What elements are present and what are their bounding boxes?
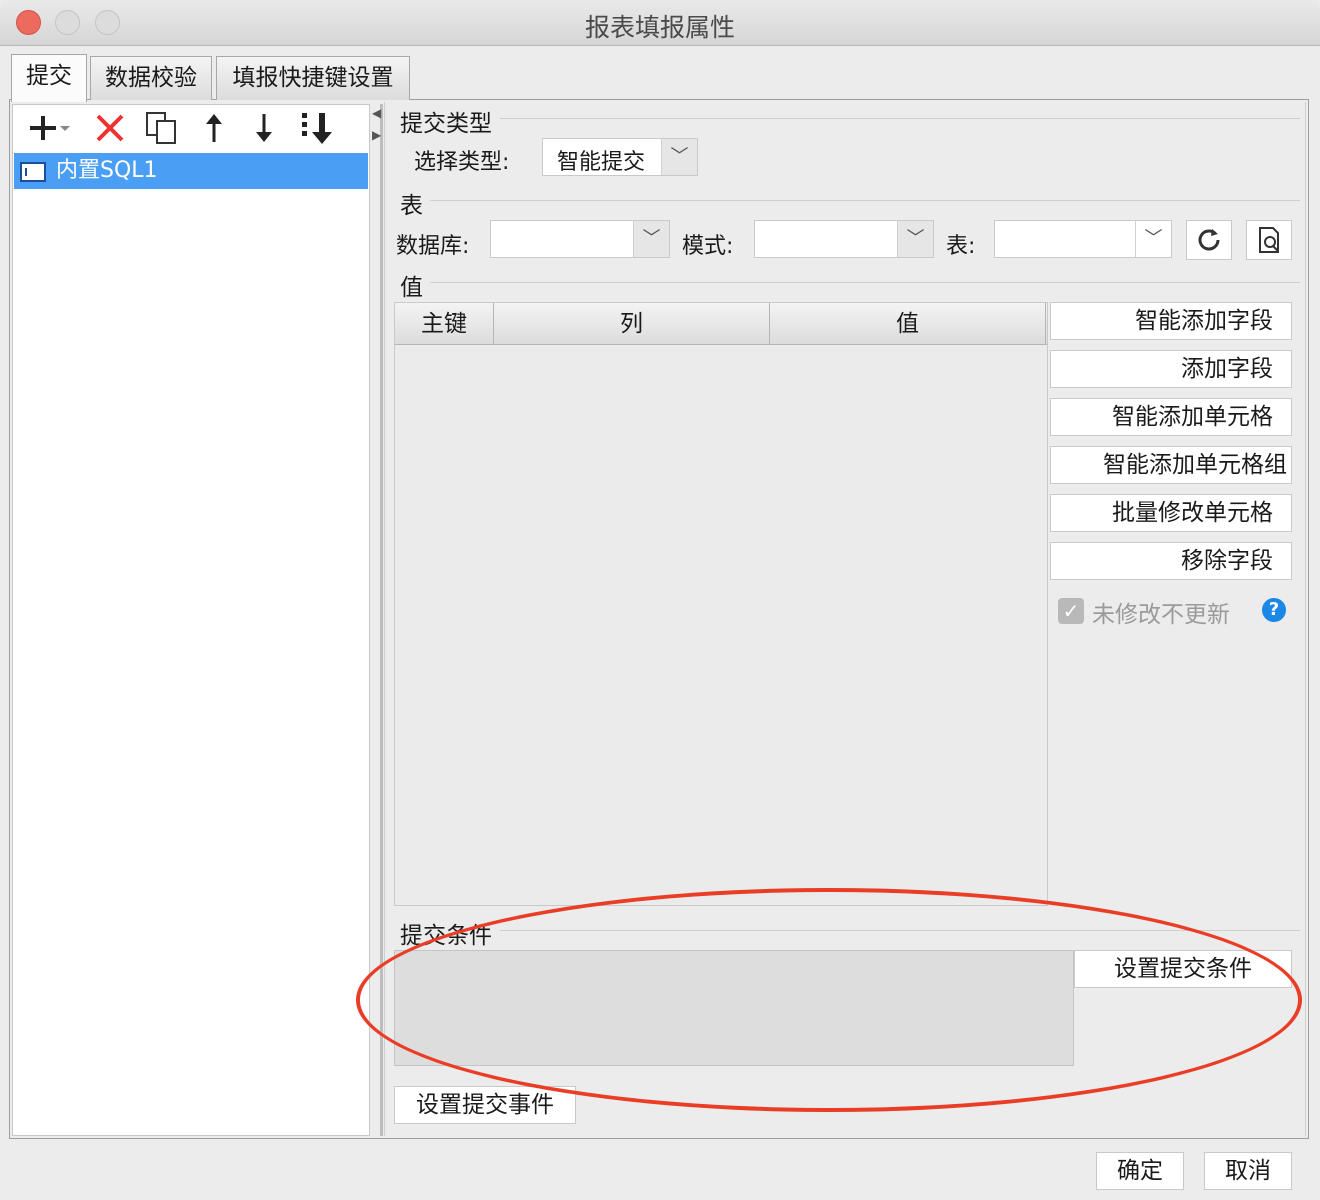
database-select[interactable]: ﹀: [490, 220, 670, 258]
batch-modify-cell-button[interactable]: 批量修改单元格: [1050, 494, 1292, 532]
table-label: 表:: [946, 234, 976, 259]
tab-data-validation[interactable]: 数据校验: [90, 56, 212, 100]
set-submit-event-button[interactable]: 设置提交事件: [394, 1086, 576, 1124]
section-divider: [430, 282, 1300, 283]
preview-table-icon[interactable]: [1246, 220, 1292, 260]
plus-icon[interactable]: [24, 110, 74, 146]
move-up-icon[interactable]: [198, 110, 230, 146]
column-header-value[interactable]: 值: [770, 303, 1046, 345]
dialog-window: 报表填报属性 提交 数据校验 填报快捷键设置 内置SQL1 ◀ ▶ 提交类型 选…: [0, 0, 1320, 1200]
no-update-unchanged-label: 未修改不更新: [1092, 602, 1230, 628]
move-to-bottom-icon[interactable]: [298, 110, 338, 146]
remove-field-button[interactable]: 移除字段: [1050, 542, 1292, 580]
chevron-down-icon[interactable]: ﹀: [633, 221, 669, 257]
tab-submit[interactable]: 提交: [11, 54, 87, 102]
submit-type-section-title: 提交类型: [400, 111, 492, 137]
table-select[interactable]: ﹀: [994, 220, 1172, 258]
schema-select[interactable]: ﹀: [754, 220, 934, 258]
no-update-unchanged-checkbox[interactable]: ✓: [1058, 598, 1084, 624]
set-submit-condition-button[interactable]: 设置提交条件: [1074, 950, 1292, 988]
section-divider: [500, 118, 1300, 119]
chevron-down-icon[interactable]: ﹀: [897, 221, 933, 257]
column-header-primary-key[interactable]: 主键: [395, 303, 494, 345]
cancel-button[interactable]: 取消: [1204, 1152, 1292, 1190]
submit-condition-section-title: 提交条件: [400, 923, 492, 949]
table-section-title: 表: [400, 193, 423, 219]
value-section-title: 值: [400, 275, 423, 301]
add-field-button[interactable]: 添加字段: [1050, 350, 1292, 388]
chevron-down-icon[interactable]: ﹀: [1135, 221, 1171, 257]
smart-add-cell-group-button[interactable]: 智能添加单元格组: [1050, 446, 1292, 484]
section-divider: [500, 930, 1300, 931]
refresh-icon[interactable]: [1186, 220, 1232, 260]
table-header: 主键 列 值: [395, 303, 1047, 345]
help-icon[interactable]: ?: [1262, 598, 1286, 622]
expand-right-icon[interactable]: ▶: [372, 128, 381, 142]
submit-condition-display: [394, 950, 1074, 1066]
chevron-down-icon[interactable]: ﹀: [661, 139, 697, 175]
submit-type-value: 智能提交: [557, 150, 646, 175]
schema-label: 模式:: [682, 234, 734, 259]
title-bar: 报表填报属性: [0, 0, 1320, 46]
database-label: 数据库:: [396, 234, 470, 259]
smart-add-cell-button[interactable]: 智能添加单元格: [1050, 398, 1292, 436]
delete-icon[interactable]: [92, 110, 128, 146]
column-header-column[interactable]: 列: [494, 303, 770, 345]
tree-item-selected[interactable]: 内置SQL1: [14, 153, 368, 189]
section-divider: [430, 200, 1300, 201]
window-title: 报表填报属性: [584, 13, 735, 42]
tree-item-label: 内置SQL1: [56, 158, 158, 183]
submit-list-pane: [12, 104, 370, 1136]
copy-icon[interactable]: [142, 110, 182, 146]
smart-add-field-button[interactable]: 智能添加字段: [1050, 302, 1292, 340]
ok-button[interactable]: 确定: [1096, 1152, 1184, 1190]
pane-splitter[interactable]: [380, 104, 383, 1136]
field-mapping-table[interactable]: 主键 列 值: [394, 302, 1048, 906]
tab-shortcut-settings[interactable]: 填报快捷键设置: [216, 56, 410, 100]
collapse-left-icon[interactable]: ◀: [372, 106, 381, 120]
move-down-icon[interactable]: [248, 110, 280, 146]
select-type-label: 选择类型:: [414, 150, 510, 175]
submit-type-select[interactable]: 智能提交 ﹀: [542, 138, 698, 176]
sql-table-icon: [20, 162, 46, 182]
